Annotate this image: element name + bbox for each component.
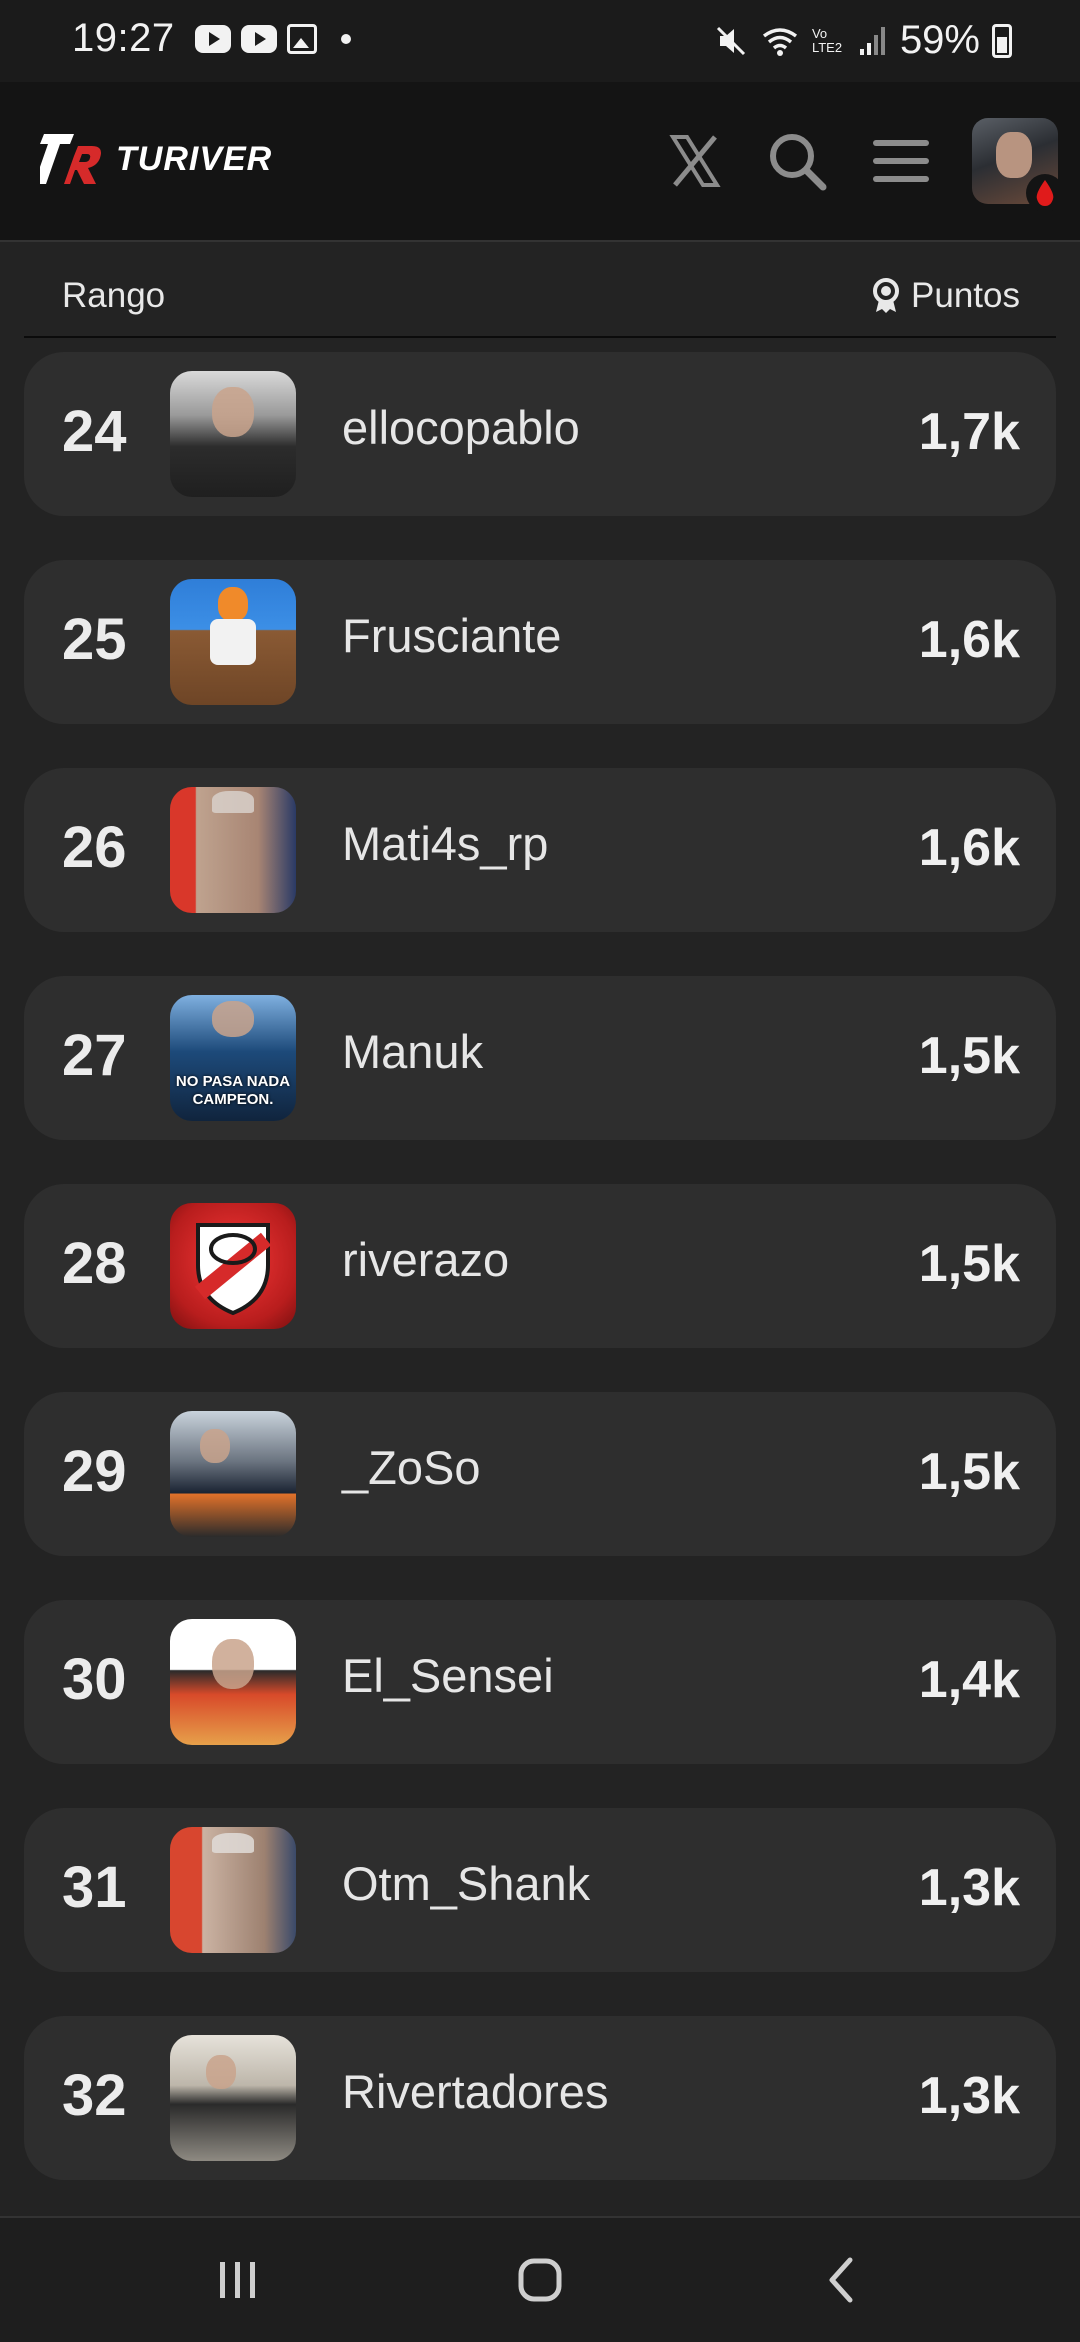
search-icon[interactable] <box>762 126 832 196</box>
user-avatar <box>170 787 296 913</box>
row-points: 1,3k <box>918 2067 1020 2125</box>
rank-column-header: Rango <box>62 276 166 315</box>
wifi-icon <box>762 27 797 56</box>
avatar-figure <box>210 619 256 665</box>
award-icon <box>873 278 900 313</box>
row-username: Frusciante <box>342 609 562 662</box>
row-username: Otm_Shank <box>342 1857 591 1910</box>
user-avatar <box>170 1619 296 1745</box>
avatar-face <box>212 1833 254 1853</box>
avatar-face <box>212 387 254 437</box>
x-logo-icon[interactable] <box>660 126 730 196</box>
river-plate-crest-icon <box>194 1223 272 1316</box>
leaderboard-list: 24 ellocopablo 1,7k 25 Frusciante 1,6k 2… <box>24 352 1056 2224</box>
youtube-icon <box>194 24 231 53</box>
user-avatar <box>170 2035 296 2161</box>
notification-dot-icon <box>340 33 351 44</box>
signal-icon <box>859 26 885 55</box>
meme-caption: NO PASA NADA CAMPEON. <box>175 1073 291 1108</box>
menu-icon[interactable] <box>866 126 936 196</box>
row-username: Manuk <box>342 1025 484 1078</box>
app-header: TURIVER <box>0 82 1080 242</box>
status-right: Vo LTE2 59% <box>714 18 1012 63</box>
leaderboard-row[interactable]: 27 NO PASA NADA CAMPEON. Manuk 1,5k <box>24 976 1056 1140</box>
leaderboard-row[interactable]: 26 Mati4s_rp 1,6k <box>24 768 1056 932</box>
volte-icon: Vo LTE2 <box>811 25 843 55</box>
row-points: 1,3k <box>918 1859 1020 1917</box>
notification-icons <box>194 23 351 54</box>
row-rank: 29 <box>62 1439 127 1504</box>
row-points: 1,5k <box>918 1443 1020 1501</box>
mute-icon <box>716 26 745 55</box>
avatar-figure <box>218 587 248 621</box>
user-avatar <box>170 1827 296 1953</box>
leaderboard-row[interactable]: 25 Frusciante 1,6k <box>24 560 1056 724</box>
user-avatar <box>170 1203 296 1329</box>
row-rank: 28 <box>62 1231 127 1296</box>
row-rank: 31 <box>62 1855 127 1920</box>
leaderboard-row[interactable]: 31 Otm_Shank 1,3k <box>24 1808 1056 1972</box>
user-avatar: NO PASA NADA CAMPEON. <box>170 995 296 1121</box>
avatar-face <box>206 2055 236 2089</box>
status-time: 19:27 <box>72 16 175 60</box>
avatar-face <box>996 132 1032 178</box>
back-icon[interactable] <box>802 2248 882 2312</box>
avatar-face <box>200 1429 230 1463</box>
avatar-face <box>212 1001 254 1037</box>
row-username: Rivertadores <box>342 2065 609 2118</box>
gallery-icon <box>286 23 317 54</box>
row-rank: 32 <box>62 2063 127 2128</box>
turiver-logo-icon <box>40 134 101 184</box>
row-rank: 25 <box>62 607 127 672</box>
row-username: El_Sensei <box>342 1649 554 1702</box>
row-rank: 30 <box>62 1647 127 1712</box>
row-points: 1,4k <box>918 1651 1020 1709</box>
youtube-icon <box>240 24 277 53</box>
avatar-face <box>212 791 254 813</box>
row-username: Mati4s_rp <box>342 817 549 870</box>
row-rank: 24 <box>62 399 127 464</box>
user-avatar <box>170 579 296 705</box>
battery-percent: 59% <box>899 18 980 62</box>
row-points: 1,5k <box>918 1027 1020 1085</box>
battery-icon <box>992 23 1012 58</box>
user-avatar[interactable] <box>972 118 1064 212</box>
turiver-logo[interactable]: TURIVER <box>40 130 272 188</box>
row-points: 1,6k <box>918 819 1020 877</box>
home-icon[interactable] <box>500 2248 580 2312</box>
row-username: ellocopablo <box>342 401 580 454</box>
leaderboard-header: Rango Puntos <box>24 240 1056 338</box>
recents-icon[interactable] <box>198 2248 278 2312</box>
leaderboard-row[interactable]: 24 ellocopablo 1,7k <box>24 352 1056 516</box>
leaderboard-row[interactable]: 28 riverazo 1,5k <box>24 1184 1056 1348</box>
leaderboard-row[interactable]: 32 Rivertadores 1,3k <box>24 2016 1056 2180</box>
row-points: 1,7k <box>918 403 1020 461</box>
points-column-header: Puntos <box>871 276 1020 316</box>
status-bar: 19:27 Vo LTE2 59% <box>0 0 1080 82</box>
status-left: 19:27 <box>72 16 351 61</box>
leaderboard-row[interactable]: 29 _ZoSo 1,5k <box>24 1392 1056 1556</box>
avatar-face <box>212 1639 254 1689</box>
row-username: _ZoSo <box>342 1441 481 1494</box>
user-avatar <box>170 1411 296 1537</box>
points-header-label: Puntos <box>911 276 1020 315</box>
row-username: riverazo <box>342 1233 510 1286</box>
blood-drop-icon <box>1026 174 1064 212</box>
logo-text: TURIVER <box>116 139 273 178</box>
user-avatar <box>170 371 296 497</box>
row-rank: 27 <box>62 1023 127 1088</box>
system-nav-bar <box>0 2216 1080 2342</box>
leaderboard-row[interactable]: 30 El_Sensei 1,4k <box>24 1600 1056 1764</box>
row-points: 1,6k <box>918 611 1020 669</box>
row-rank: 26 <box>62 815 127 880</box>
row-points: 1,5k <box>918 1235 1020 1293</box>
